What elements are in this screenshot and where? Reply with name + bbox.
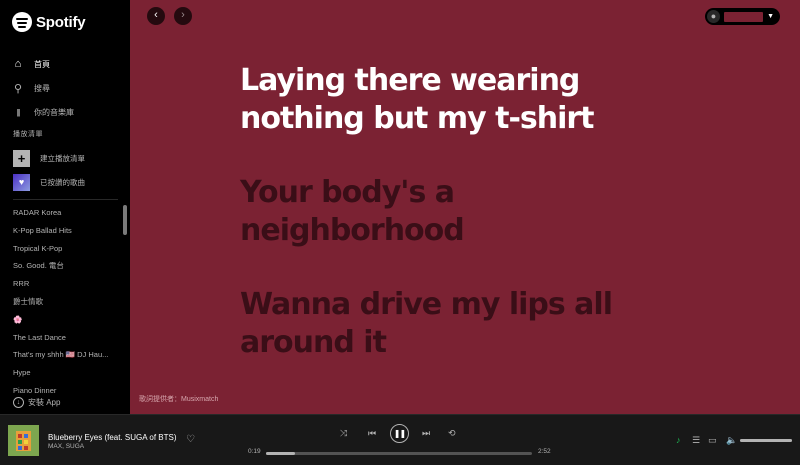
repeat-icon[interactable]: ⟲ <box>448 428 456 439</box>
create-playlist-button[interactable]: + 建立播放清單 <box>13 146 125 170</box>
progress-fill <box>266 452 296 455</box>
progress-bar[interactable] <box>266 452 532 455</box>
caret-down-icon: ▼ <box>767 13 774 20</box>
lyric-line[interactable]: Wanna drive my lips all around it <box>240 286 660 362</box>
nav-item-label: 你的音樂庫 <box>34 107 74 117</box>
playlist-item[interactable]: RRR <box>13 275 123 293</box>
spotify-logo[interactable]: Spotify <box>12 12 86 32</box>
volume-fill <box>740 439 792 442</box>
heart-icon[interactable]: ♡ <box>186 434 195 445</box>
install-app-button[interactable]: ↓ 安裝 App <box>13 397 60 408</box>
install-app-label: 安裝 App <box>28 398 61 407</box>
avatar-icon: ● <box>707 10 720 23</box>
create-playlist-label: 建立播放清單 <box>40 153 85 163</box>
download-icon: ↓ <box>13 397 24 408</box>
lyric-line[interactable]: Your body's a neighborhood <box>240 174 660 250</box>
forward-button[interactable]: › <box>174 7 192 25</box>
shuffle-icon[interactable]: ⤨ <box>340 428 347 439</box>
next-icon[interactable]: ⏭ <box>422 428 430 439</box>
sidebar-scrollbar[interactable] <box>123 205 127 235</box>
nav-item-home[interactable]: ⌂ 首頁 <box>12 52 124 76</box>
playlist-item[interactable]: Tropical K-Pop <box>13 240 123 258</box>
playback-controls: ⤨ ⏮ ❚❚ ⏭ ⟲ <box>340 424 460 444</box>
lyrics-view: ‹ › ● ▼ Laying there wearing nothing but… <box>130 0 800 414</box>
lyrics-icon[interactable]: ♪ <box>676 435 681 445</box>
search-icon: ⚲ <box>13 82 23 95</box>
elapsed-time: 0:19 <box>248 448 261 455</box>
home-icon: ⌂ <box>14 58 22 70</box>
sidebar-divider <box>13 199 118 200</box>
volume-icon[interactable]: 🔈 <box>726 435 737 446</box>
device-icon[interactable]: ▭ <box>708 435 717 446</box>
nav-item-label: 首頁 <box>34 59 50 69</box>
queue-icon[interactable]: ☰ <box>692 435 700 446</box>
previous-icon[interactable]: ⏮ <box>368 428 376 439</box>
heart-icon: ♥ <box>13 173 30 191</box>
lyric-line-current[interactable]: Laying there wearing nothing but my t-sh… <box>240 62 660 138</box>
playlist-list: RADAR Korea K-Pop Ballad Hits Tropical K… <box>13 204 123 394</box>
lyrics-lines: Laying there wearing nothing but my t-sh… <box>240 62 660 398</box>
playlist-actions: + 建立播放清單 ♥ 已按讚的歌曲 <box>13 146 125 194</box>
playlist-item[interactable]: The Last Dance <box>13 329 123 347</box>
playlist-item[interactable]: So. Good. 電台 <box>13 257 123 275</box>
playlist-item[interactable]: Hype <box>13 364 123 382</box>
nav-item-library[interactable]: ||| 你的音樂庫 <box>12 100 124 124</box>
sidebar: Spotify ⌂ 首頁 ⚲ 搜尋 ||| 你的音樂庫 播放清單 + 建立播放清… <box>0 0 130 414</box>
pause-button[interactable]: ❚❚ <box>390 424 409 443</box>
nav-item-label: 搜尋 <box>34 83 50 93</box>
liked-songs-label: 已按讚的歌曲 <box>40 177 85 187</box>
playlist-item[interactable]: K-Pop Ballad Hits <box>13 222 123 240</box>
playlist-item[interactable]: 爵士情歌 <box>13 293 123 311</box>
album-cover[interactable] <box>8 425 39 456</box>
total-time: 2:52 <box>538 448 551 455</box>
nav-item-search[interactable]: ⚲ 搜尋 <box>12 76 124 100</box>
playlist-item[interactable]: RADAR Korea <box>13 204 123 222</box>
liked-songs-button[interactable]: ♥ 已按讚的歌曲 <box>13 170 125 194</box>
playlist-item[interactable]: That's my shhh 🇺🇸 DJ Hau... <box>13 346 123 364</box>
playlists-heading: 播放清單 <box>13 131 43 138</box>
volume-slider[interactable] <box>740 439 792 442</box>
track-artist[interactable]: MAX, SUGA <box>48 443 84 450</box>
user-menu-button[interactable]: ● ▼ <box>705 8 780 25</box>
redacted-username <box>724 11 764 22</box>
back-button[interactable]: ‹ <box>147 7 165 25</box>
lyrics-provider: 歌詞提供者：Musixmatch <box>139 396 219 403</box>
playlist-item[interactable]: 🌸 <box>13 311 123 329</box>
track-title[interactable]: Blueberry Eyes (feat. SUGA of BTS) <box>48 433 177 442</box>
library-icon: ||| <box>16 107 20 117</box>
playlist-item[interactable]: Piano Dinner <box>13 382 123 394</box>
app-name: Spotify <box>36 13 86 31</box>
main-nav: ⌂ 首頁 ⚲ 搜尋 ||| 你的音樂庫 <box>12 52 124 124</box>
plus-icon: + <box>13 149 30 167</box>
now-playing-bar: Blueberry Eyes (feat. SUGA of BTS) MAX, … <box>0 414 800 465</box>
spotify-logo-icon <box>12 12 32 32</box>
